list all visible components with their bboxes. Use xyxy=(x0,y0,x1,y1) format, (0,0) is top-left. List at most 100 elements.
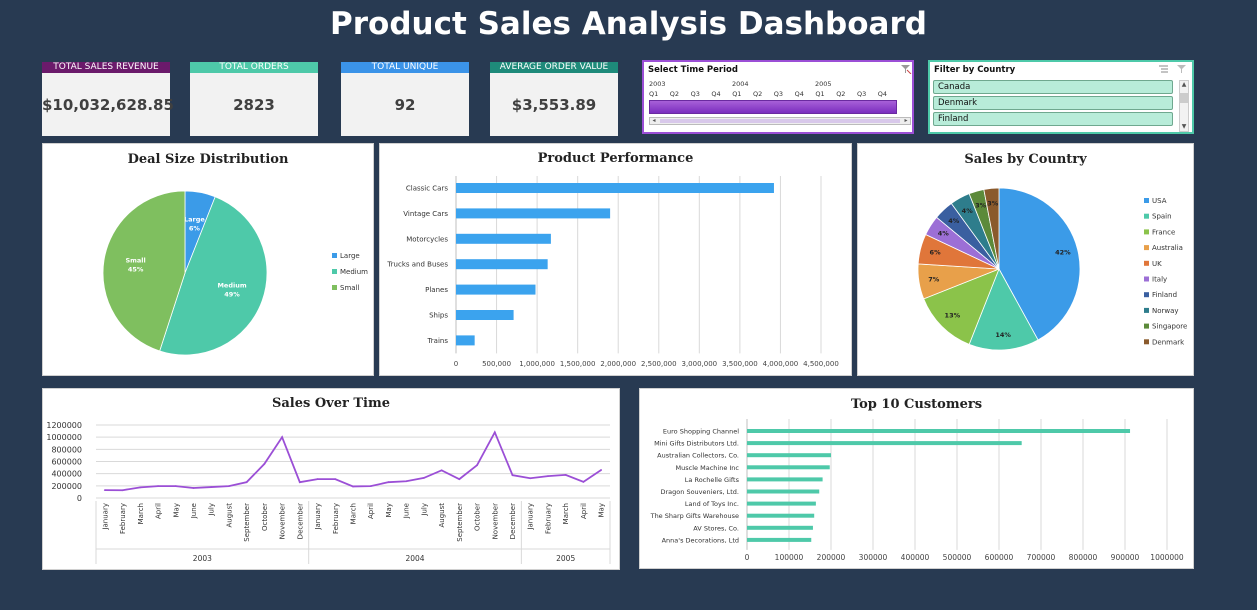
timeline-selection-bar[interactable] xyxy=(649,100,897,114)
data-label: Small xyxy=(125,257,145,265)
data-label: 6% xyxy=(189,224,201,232)
x-tick-label: May xyxy=(598,503,606,517)
data-point xyxy=(192,487,195,489)
quarter-label[interactable]: Q2 xyxy=(670,90,679,98)
data-point xyxy=(263,463,266,465)
data-point xyxy=(405,480,408,483)
bar xyxy=(747,453,831,458)
quarter-label[interactable]: Q3 xyxy=(691,90,700,98)
quarter-label[interactable]: Q4 xyxy=(878,90,887,98)
country-slicer[interactable]: Filter by Country Canada Denmark Finland… xyxy=(928,60,1194,134)
x-tick-label: March xyxy=(350,503,358,524)
data-point xyxy=(547,475,549,477)
x-tick-label: 1,000,000 xyxy=(519,360,555,368)
top-customers-panel: Top 10 Customers 0 100000 200000 300000 4000… xyxy=(639,388,1194,569)
country-item[interactable]: Denmark xyxy=(933,96,1173,110)
x-tick-label: May xyxy=(172,503,180,517)
year-group-label: 2004 xyxy=(405,554,424,563)
data-label: 49% xyxy=(224,290,240,298)
kpi-total-orders: TOTAL ORDERS 2823 xyxy=(190,62,318,136)
deal-size-pie-chart: Large6%Medium49%Small45%LargeMediumSmall xyxy=(102,190,368,356)
quarter-label[interactable]: Q4 xyxy=(795,90,804,98)
x-tick-label: 300000 xyxy=(859,553,888,562)
data-label: 4% xyxy=(948,217,960,225)
kpi-label: AVERAGE ORDER VALUE xyxy=(490,62,618,73)
x-tick-label: February xyxy=(119,503,127,534)
bar xyxy=(456,233,551,244)
quarter-label[interactable]: Q3 xyxy=(774,90,783,98)
x-tick-label: 800000 xyxy=(1069,553,1098,562)
data-label: 3% xyxy=(975,202,987,210)
clear-filter-icon[interactable] xyxy=(1176,64,1188,74)
scroll-left-icon[interactable]: ◂ xyxy=(650,118,658,124)
year-group-label: 2005 xyxy=(556,554,575,563)
x-tick-label: July xyxy=(420,503,428,517)
quarter-label[interactable]: Q1 xyxy=(649,90,658,98)
kpi-value: 2823 xyxy=(233,96,275,114)
quarter-label[interactable]: Q1 xyxy=(732,90,741,98)
data-point xyxy=(245,481,248,484)
kpi-total-sales-revenue: TOTAL SALES REVENUE $10,032,628.85 xyxy=(42,62,174,136)
x-tick-label: 600000 xyxy=(985,553,1014,562)
product-performance-bar-chart: 0 500,000 1,000,000 1,500,000 2,000,000 2,500… xyxy=(386,176,839,368)
x-tick-label: January xyxy=(101,503,109,531)
scroll-thumb[interactable] xyxy=(660,119,900,123)
x-tick-label: 0 xyxy=(454,360,458,368)
country-item[interactable]: Canada xyxy=(933,80,1173,94)
data-point xyxy=(422,477,425,479)
product-performance-panel: Product Performance 0 500,000 1,000,000 1,5… xyxy=(379,143,852,376)
scroll-right-icon[interactable]: ▸ xyxy=(902,118,910,124)
legend-entry: Singapore xyxy=(1152,323,1187,331)
legend-swatch xyxy=(332,253,337,258)
x-tick-label: August xyxy=(225,503,233,528)
category-label: La Rochelle Gifts xyxy=(685,476,740,484)
year-group-label: 2003 xyxy=(193,554,212,563)
data-point xyxy=(564,473,567,476)
x-tick-label: 4,500,000 xyxy=(803,360,839,368)
data-label: 42% xyxy=(1055,249,1071,257)
legend-entry: USA xyxy=(1152,197,1167,205)
x-tick-label: 0 xyxy=(745,553,750,562)
y-tick-label: 600000 xyxy=(51,458,82,467)
year-label: 2005 xyxy=(815,80,832,88)
country-item[interactable]: Finland xyxy=(933,112,1173,126)
data-point xyxy=(174,485,177,488)
x-tick-label: November xyxy=(279,503,287,540)
x-tick-label: December xyxy=(509,503,517,539)
x-tick-label: June xyxy=(190,503,198,519)
quarter-label[interactable]: Q2 xyxy=(836,90,845,98)
sales-over-time-panel: Sales Over Time 0 200000 400000 600000 80000… xyxy=(42,388,620,570)
x-tick-label: March xyxy=(137,503,145,524)
scroll-up-icon[interactable]: ▲ xyxy=(1180,81,1188,89)
time-slicer-title: Select Time Period xyxy=(648,65,738,75)
clear-filter-icon[interactable] xyxy=(900,64,912,74)
quarter-label[interactable]: Q4 xyxy=(711,90,720,98)
time-period-slicer[interactable]: Select Time Period 2003 2004 2005 Q1 Q2 Q3 Q4… xyxy=(642,60,914,134)
legend-entry: Australia xyxy=(1152,244,1183,252)
data-point xyxy=(316,478,319,481)
quarter-label[interactable]: Q2 xyxy=(753,90,762,98)
legend-entry: France xyxy=(1152,228,1175,236)
data-point xyxy=(582,480,585,483)
country-scrollbar[interactable]: ▲ ▼ xyxy=(1179,80,1189,132)
kpi-value: 92 xyxy=(394,96,416,114)
bar xyxy=(747,465,830,470)
x-tick-label: 1,500,000 xyxy=(560,360,596,368)
legend-entry: Spain xyxy=(1152,213,1172,221)
legend-swatch xyxy=(1144,198,1149,203)
data-point xyxy=(458,478,461,481)
data-point xyxy=(298,481,301,484)
multi-select-icon[interactable] xyxy=(1158,64,1170,74)
category-label: AV Stores, Co. xyxy=(693,524,739,532)
year-label: 2003 xyxy=(649,80,666,88)
quarter-label[interactable]: Q1 xyxy=(815,90,824,98)
quarter-labels: Q1 Q2 Q3 Q4 Q1 Q2 Q3 Q4 Q1 Q2 Q3 Q4 xyxy=(649,90,899,99)
category-label: Trains xyxy=(427,337,449,345)
legend-swatch xyxy=(1144,339,1149,345)
kpi-label: TOTAL UNIQUE xyxy=(341,62,469,73)
data-point xyxy=(369,485,372,488)
scroll-thumb[interactable] xyxy=(1180,93,1188,103)
quarter-label[interactable]: Q3 xyxy=(857,90,866,98)
scroll-down-icon[interactable]: ▼ xyxy=(1180,123,1188,131)
timeline-scrollbar[interactable]: ◂ ▸ xyxy=(649,117,911,125)
